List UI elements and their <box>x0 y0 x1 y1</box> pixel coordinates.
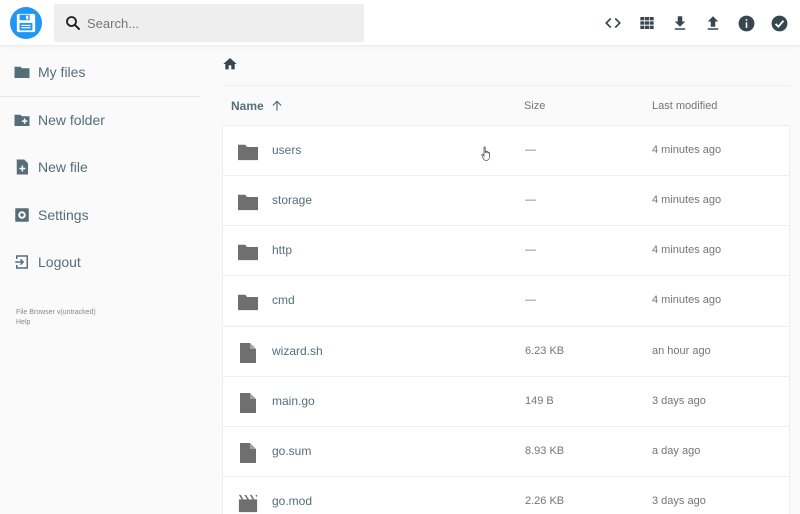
file-modified: a day ago <box>652 445 701 457</box>
size-column-header[interactable]: Size <box>524 86 545 126</box>
home-icon[interactable] <box>222 58 238 76</box>
sidebar-item-settings[interactable]: Settings <box>0 191 200 238</box>
file-size: — <box>525 144 536 156</box>
sidebar: My files New folder New file Settings Lo… <box>0 46 200 514</box>
header-bar <box>0 0 800 46</box>
settings-icon <box>0 206 38 224</box>
file-icon <box>236 391 260 415</box>
file-size: 149 B <box>525 395 554 407</box>
breadcrumb <box>222 56 238 77</box>
file-modified: 4 minutes ago <box>652 294 722 306</box>
table-row[interactable]: cmd — 4 minutes ago <box>222 275 790 325</box>
sidebar-item-new-folder[interactable]: New folder <box>0 96 200 143</box>
table-row[interactable]: storage — 4 minutes ago <box>222 175 790 225</box>
folder-icon <box>236 240 260 264</box>
version-text: File Browser v(untracked) <box>16 309 96 316</box>
sidebar-item-new-file[interactable]: New file <box>0 143 200 190</box>
exit-icon <box>0 253 38 271</box>
file-size: — <box>525 294 536 306</box>
sidebar-item-label: My files <box>38 63 86 80</box>
name-column-header[interactable]: Name <box>231 86 284 126</box>
arrow-up-icon <box>270 99 284 113</box>
file-name: go.sum <box>272 444 312 458</box>
folder-icon <box>0 63 38 81</box>
file-name: http <box>272 243 293 257</box>
table-row[interactable]: go.mod 2.26 KB 3 days ago <box>222 476 790 514</box>
name-header-label: Name <box>231 99 264 113</box>
file-name: go.mod <box>272 494 313 508</box>
file-size: 2.26 KB <box>525 495 565 507</box>
file-modified: 3 days ago <box>652 395 706 407</box>
file-name: wizard.sh <box>272 344 323 358</box>
sidebar-item-label: New file <box>38 158 88 175</box>
file-name: cmd <box>272 293 295 307</box>
table-row[interactable]: http — 4 minutes ago <box>222 225 790 275</box>
movie-icon <box>236 491 260 514</box>
upload-icon[interactable] <box>701 11 725 35</box>
create-new-folder-icon <box>0 111 38 129</box>
table-row[interactable]: wizard.sh 6.23 KB an hour ago <box>222 326 790 376</box>
hand-cursor-icon <box>481 146 493 167</box>
file-modified: 4 minutes ago <box>652 144 722 156</box>
file-size: — <box>525 244 536 256</box>
sidebar-item-logout[interactable]: Logout <box>0 238 200 285</box>
file-modified: 4 minutes ago <box>652 244 722 256</box>
file-name: main.go <box>272 394 315 408</box>
note-add-icon <box>0 158 38 176</box>
help-link[interactable]: Help <box>16 318 96 328</box>
folder-icon <box>236 190 260 214</box>
sidebar-item-my-files[interactable]: My files <box>0 48 200 95</box>
table-row[interactable]: main.go 149 B 3 days ago <box>222 376 790 426</box>
code-icon[interactable] <box>601 11 625 35</box>
file-size: 8.93 KB <box>525 445 565 457</box>
file-icon <box>236 341 260 365</box>
info-icon[interactable] <box>734 11 758 35</box>
file-name: users <box>272 143 302 157</box>
folder-icon <box>236 290 260 314</box>
search-input[interactable] <box>86 4 356 42</box>
sidebar-item-label: New folder <box>38 111 105 128</box>
file-icon <box>236 441 260 465</box>
listing-header: Name Size Last modified <box>222 85 790 125</box>
file-modified: 4 minutes ago <box>652 194 722 206</box>
folder-icon <box>236 140 260 164</box>
credits: File Browser v(untracked) Help <box>16 308 96 328</box>
floppy-disk-icon <box>16 13 36 33</box>
file-modified: an hour ago <box>652 345 711 357</box>
file-size: 6.23 KB <box>525 345 565 357</box>
table-row[interactable]: go.sum 8.93 KB a day ago <box>222 426 790 476</box>
modified-column-header[interactable]: Last modified <box>652 86 717 126</box>
floppy-disk-logo[interactable] <box>10 7 42 39</box>
file-modified: 3 days ago <box>652 495 706 507</box>
table-row[interactable]: users — 4 minutes ago <box>222 125 790 175</box>
sidebar-item-label: Logout <box>38 253 81 270</box>
check-circle-icon[interactable] <box>767 11 791 35</box>
file-name: storage <box>272 193 313 207</box>
search-icon <box>66 16 80 30</box>
search-box <box>54 4 364 42</box>
download-icon[interactable] <box>668 11 692 35</box>
grid-view-icon[interactable] <box>635 11 659 35</box>
file-size: — <box>525 194 536 206</box>
sidebar-item-label: Settings <box>38 206 89 223</box>
